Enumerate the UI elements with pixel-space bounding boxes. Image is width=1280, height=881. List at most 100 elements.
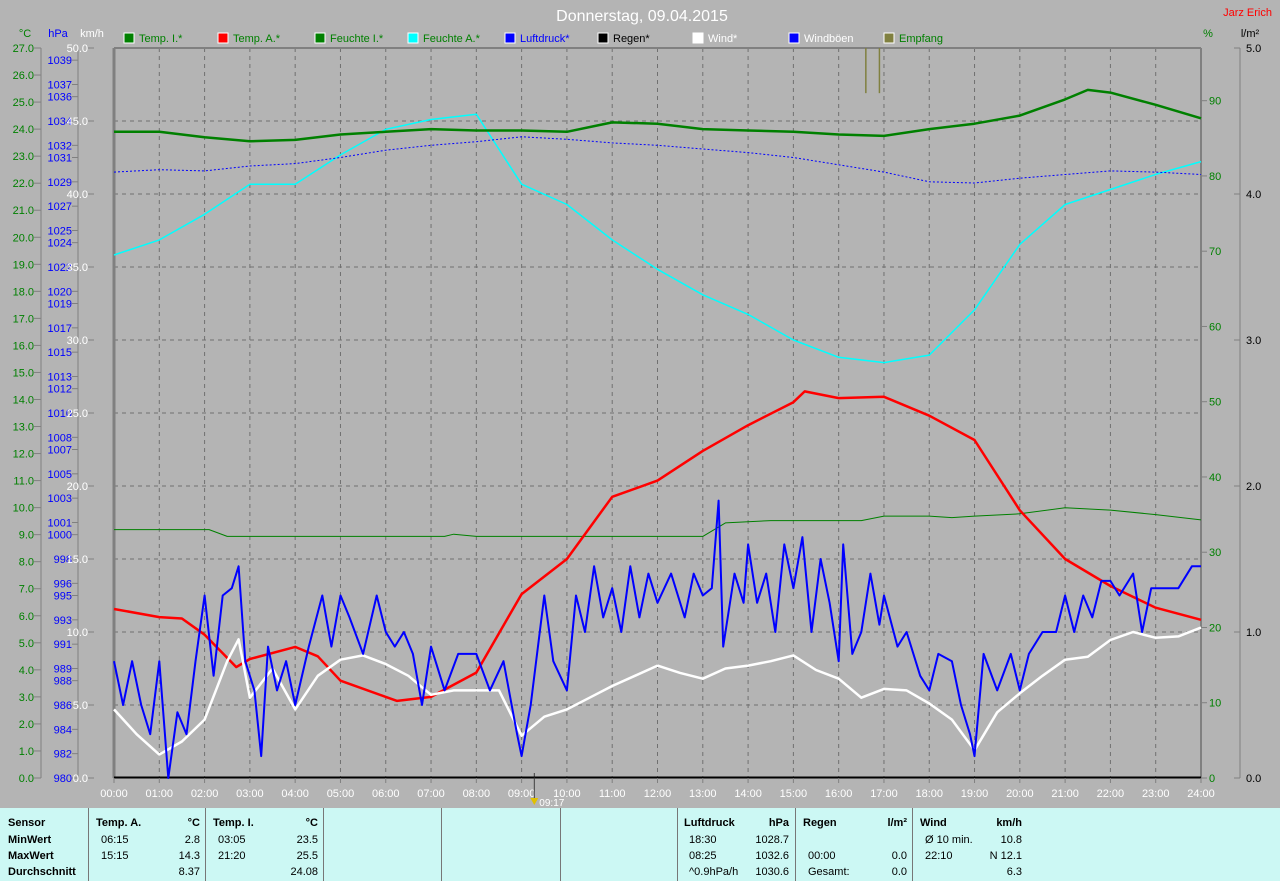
cell-value: 1030.6 [755,866,789,878]
cell-value: 23.5 [296,834,318,846]
cell-time: 03:05 [218,834,246,846]
column-unit: l/m² [887,817,907,829]
legend-label: Temp. I.* [139,33,183,45]
legend-swatch [314,32,326,44]
legend-swatch [788,32,800,44]
column-unit: °C [187,817,200,829]
hpa-tick-label: 989 [54,664,72,676]
x-tick-label: 14:00 [734,788,762,800]
legend-swatch [407,32,419,44]
rain-tick-label: 3.0 [1246,335,1261,347]
rain-tick-label: 2.0 [1246,481,1261,493]
percent-tick-label: 90 [1209,96,1221,108]
celsius-tick-label: 24.0 [13,124,34,136]
legend-label: Wind* [708,33,738,45]
cell-value: 10.8 [1000,834,1022,846]
celsius-tick-label: 19.0 [13,259,34,271]
cell-time: 22:10 [925,850,953,862]
hpa-tick-label: 993 [54,615,72,627]
legend-swatch [597,32,609,44]
percent-unit: % [1203,28,1213,40]
hpa-tick-label: 988 [54,676,72,688]
rain-tick-label: 1.0 [1246,627,1261,639]
cell-time: 08:25 [689,850,717,862]
x-tick-label: 22:00 [1097,788,1125,800]
x-tick-label: 21:00 [1051,788,1079,800]
legend-swatch [217,32,229,44]
celsius-tick-label: 27.0 [13,43,34,55]
x-tick-label: 15:00 [780,788,808,800]
kmh-tick-label: 5.0 [73,700,88,712]
cell-value: 25.5 [296,850,318,862]
rain-tick-label: 0.0 [1246,773,1261,785]
legend-swatch [504,32,516,44]
column-header: Temp. I. [213,817,254,829]
celsius-tick-label: 26.0 [13,70,34,82]
cell-time: Gesamt: [808,866,850,878]
percent-tick-label: 10 [1209,698,1221,710]
celsius-tick-label: 2.0 [19,719,34,731]
hpa-tick-label: 1032 [48,140,72,152]
kmh-tick-label: 10.0 [67,627,88,639]
legend-label: Windböen [804,33,854,45]
hpa-tick-label: 982 [54,749,72,761]
celsius-tick-label: 18.0 [13,286,34,298]
cell-value: 1032.6 [755,850,789,862]
x-tick-label: 18:00 [915,788,943,800]
celsius-tick-label: 25.0 [13,97,34,109]
celsius-tick-label: 9.0 [19,530,34,542]
percent-tick-label: 50 [1209,397,1221,409]
cell-value: N 12.1 [989,850,1022,862]
hpa-tick-label: 1025 [48,226,72,238]
hpa-unit: hPa [48,28,68,40]
kmh-tick-label: 15.0 [67,554,88,566]
celsius-unit: °C [19,28,31,40]
celsius-tick-label: 23.0 [13,151,34,163]
celsius-tick-label: 22.0 [13,178,34,190]
percent-tick-label: 20 [1209,622,1221,634]
percent-tick-label: 80 [1209,171,1221,183]
legend-swatch [692,32,704,44]
celsius-tick-label: 4.0 [19,665,34,677]
x-tick-label: 07:00 [417,788,445,800]
cell-time: 18:30 [689,834,717,846]
column-unit: km/h [996,817,1022,829]
x-tick-label: 04:00 [281,788,309,800]
x-tick-label: 24:00 [1187,788,1215,800]
column-header: Temp. A. [96,817,142,829]
kmh-tick-label: 40.0 [67,189,88,201]
x-tick-label: 05:00 [327,788,355,800]
celsius-tick-label: 20.0 [13,232,34,244]
percent-tick-label: 70 [1209,246,1221,258]
hpa-tick-label: 1037 [48,80,72,92]
hpa-tick-label: 1007 [48,445,72,457]
legend-label: Luftdruck* [520,33,570,45]
cell-value: 0.0 [891,850,907,862]
x-tick-label: 20:00 [1006,788,1034,800]
cell-time: ^0.9hPa/h [689,866,739,878]
column-header: Wind [920,817,947,829]
hpa-tick-label: 1019 [48,299,72,311]
column-unit: hPa [768,817,789,829]
cell-time: 06:15 [101,834,129,846]
x-tick-label: 11:00 [599,788,626,800]
cell-time: 00:00 [808,850,836,862]
time-marker-icon [530,798,539,805]
kmh-tick-label: 30.0 [67,335,88,347]
x-tick-label: 23:00 [1142,788,1170,800]
column-header: Luftdruck [684,817,735,829]
hpa-tick-label: 1020 [48,286,72,298]
kmh-tick-label: 0.0 [73,773,88,785]
column-header: Regen [803,817,837,829]
time-marker-label: 09:17 [539,798,564,808]
legend-label: Regen* [613,33,650,45]
celsius-tick-label: 16.0 [13,340,34,352]
hpa-tick-label: 986 [54,700,72,712]
celsius-tick-label: 3.0 [19,692,34,704]
hpa-tick-label: 1039 [48,55,72,67]
hpa-tick-label: 1015 [48,347,72,359]
celsius-tick-label: 21.0 [13,205,34,217]
table-header: Sensor [8,817,46,829]
celsius-tick-label: 0.0 [19,773,34,785]
x-tick-label: 12:00 [644,788,672,800]
